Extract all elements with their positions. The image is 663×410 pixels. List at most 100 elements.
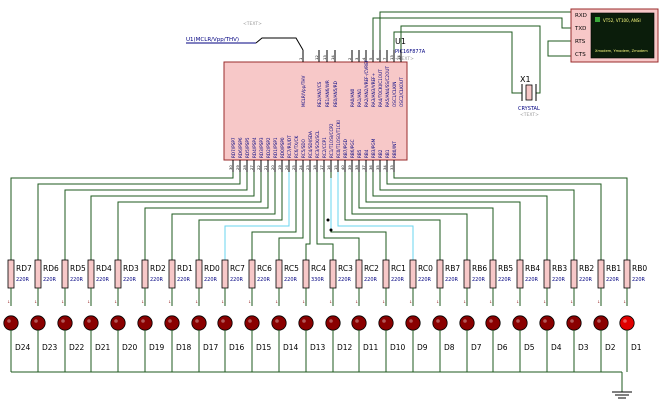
led-d1[interactable]: D1 xyxy=(619,315,642,372)
resistor-body[interactable] xyxy=(597,259,605,289)
led-d3[interactable]: D3 xyxy=(566,315,589,372)
led-d2[interactable]: D2 xyxy=(593,315,616,372)
led-bulb-icon[interactable] xyxy=(30,315,46,331)
resistor-body[interactable] xyxy=(7,259,15,289)
resistor-body[interactable] xyxy=(168,259,176,289)
resistor-body[interactable] xyxy=(61,259,69,289)
resistor-rb0[interactable]: RB0 220R ↓ xyxy=(623,259,647,306)
led-d19[interactable]: D19 xyxy=(137,315,165,372)
resistor-rc3[interactable]: RC3 220R ↓ xyxy=(329,259,353,306)
virtual-terminal[interactable]: VT52, VT100, ANSI Xmodem, Ymodem, Zmodem… xyxy=(570,8,659,63)
resistor-body[interactable] xyxy=(355,259,363,289)
led-d20[interactable]: D20 xyxy=(110,315,138,372)
resistor-rc4[interactable]: RC4 330R ↓ xyxy=(302,259,326,306)
led-d7[interactable]: D7 xyxy=(459,315,482,372)
resistor-rd0[interactable]: RD0 220R ↓ xyxy=(195,259,220,306)
resistor-rd6[interactable]: RD6 220R ↓ xyxy=(34,259,59,306)
resistor-rc5[interactable]: RC5 220R ↓ xyxy=(275,259,299,306)
crystal-body[interactable] xyxy=(525,84,533,101)
led-d22[interactable]: D22 xyxy=(57,315,85,372)
led-d17[interactable]: D17 xyxy=(191,315,219,372)
led-d14[interactable]: D14 xyxy=(271,315,299,372)
led-d12[interactable]: D12 xyxy=(325,315,353,372)
resistor-rc6[interactable]: RC6 220R ↓ xyxy=(248,259,272,306)
resistor-rd7[interactable]: RD7 220R ↓ xyxy=(7,259,32,306)
resistor-rb6[interactable]: RB6 220R ↓ xyxy=(463,259,487,306)
resistor-body[interactable] xyxy=(114,259,122,289)
resistor-body[interactable] xyxy=(623,259,631,289)
led-d4[interactable]: D4 xyxy=(539,315,562,372)
resistor-rd3[interactable]: RD3 220R ↓ xyxy=(114,259,139,306)
led-bulb-icon[interactable] xyxy=(3,315,19,331)
led-bulb-icon[interactable] xyxy=(271,315,287,331)
led-d16[interactable]: D16 xyxy=(217,315,245,372)
led-bulb-icon[interactable] xyxy=(485,315,501,331)
resistor-rb5[interactable]: RB5 220R ↓ xyxy=(489,259,513,306)
resistor-rb7[interactable]: RB7 220R ↓ xyxy=(436,259,460,306)
resistor-body[interactable] xyxy=(329,259,337,289)
led-bulb-icon[interactable] xyxy=(432,315,448,331)
resistor-body[interactable] xyxy=(543,259,551,289)
resistor-rd5[interactable]: RD5 220R ↓ xyxy=(61,259,86,306)
led-d5[interactable]: D5 xyxy=(512,315,535,372)
resistor-body[interactable] xyxy=(221,259,229,289)
led-d10[interactable]: D10 xyxy=(378,315,406,372)
led-d18[interactable]: D18 xyxy=(164,315,192,372)
led-d15[interactable]: D15 xyxy=(244,315,272,372)
led-d13[interactable]: D13 xyxy=(298,315,326,372)
resistor-body[interactable] xyxy=(248,259,256,289)
led-d21[interactable]: D21 xyxy=(83,315,111,372)
led-bulb-icon[interactable] xyxy=(351,315,367,331)
crystal-x1[interactable]: X1 CRYSTAL <TEXT> xyxy=(518,75,540,118)
resistor-rb2[interactable]: RB2 220R ↓ xyxy=(570,259,594,306)
resistor-body[interactable] xyxy=(489,259,497,289)
resistor-rd1[interactable]: RD1 220R ↓ xyxy=(168,259,193,306)
resistor-body[interactable] xyxy=(409,259,417,289)
resistor-body[interactable] xyxy=(570,259,578,289)
resistor-rb1[interactable]: RB1 220R ↓ xyxy=(597,259,621,306)
led-d6[interactable]: D6 xyxy=(485,315,508,372)
led-d11[interactable]: D11 xyxy=(351,315,379,372)
resistor-body[interactable] xyxy=(34,259,42,289)
led-bulb-icon[interactable] xyxy=(57,315,73,331)
led-bulb-icon[interactable] xyxy=(110,315,126,331)
led-d9[interactable]: D9 xyxy=(405,315,428,372)
led-bulb-icon[interactable] xyxy=(459,315,475,331)
resistor-body[interactable] xyxy=(382,259,390,289)
resistor-body[interactable] xyxy=(463,259,471,289)
led-bulb-icon[interactable] xyxy=(137,315,153,331)
led-bulb-icon[interactable] xyxy=(619,315,635,331)
resistor-rc1[interactable]: RC1 220R ↓ xyxy=(382,259,406,306)
resistor-body[interactable] xyxy=(516,259,524,289)
led-d24[interactable]: D24 xyxy=(3,315,31,372)
resistor-rd2[interactable]: RD2 220R ↓ xyxy=(141,259,166,306)
resistor-body[interactable] xyxy=(87,259,95,289)
led-bulb-icon[interactable] xyxy=(512,315,528,331)
resistor-rc2[interactable]: RC2 220R ↓ xyxy=(355,259,379,306)
resistor-rc7[interactable]: RC7 220R ↓ xyxy=(221,259,245,306)
led-bulb-icon[interactable] xyxy=(405,315,421,331)
led-bulb-icon[interactable] xyxy=(164,315,180,331)
resistor-body[interactable] xyxy=(141,259,149,289)
mcu-u1[interactable]: U1 PIC16F877A <TEXT> MCLR/Vpp/THV1RE2/AN… xyxy=(223,37,426,172)
led-bulb-icon[interactable] xyxy=(378,315,394,331)
resistor-body[interactable] xyxy=(302,259,310,289)
led-bulb-icon[interactable] xyxy=(325,315,341,331)
led-bulb-icon[interactable] xyxy=(539,315,555,331)
resistor-rc0[interactable]: RC0 220R ↓ xyxy=(409,259,433,306)
led-d8[interactable]: D8 xyxy=(432,315,455,372)
resistor-rb3[interactable]: RB3 220R ↓ xyxy=(543,259,567,306)
resistor-body[interactable] xyxy=(275,259,283,289)
led-bulb-icon[interactable] xyxy=(83,315,99,331)
resistor-rd4[interactable]: RD4 220R ↓ xyxy=(87,259,112,306)
led-bulb-icon[interactable] xyxy=(593,315,609,331)
resistor-body[interactable] xyxy=(195,259,203,289)
led-bulb-icon[interactable] xyxy=(217,315,233,331)
led-d23[interactable]: D23 xyxy=(30,315,58,372)
led-bulb-icon[interactable] xyxy=(244,315,260,331)
led-bulb-icon[interactable] xyxy=(191,315,207,331)
led-bulb-icon[interactable] xyxy=(298,315,314,331)
resistor-rb4[interactable]: RB4 220R ↓ xyxy=(516,259,540,306)
led-bulb-icon[interactable] xyxy=(566,315,582,331)
resistor-body[interactable] xyxy=(436,259,444,289)
